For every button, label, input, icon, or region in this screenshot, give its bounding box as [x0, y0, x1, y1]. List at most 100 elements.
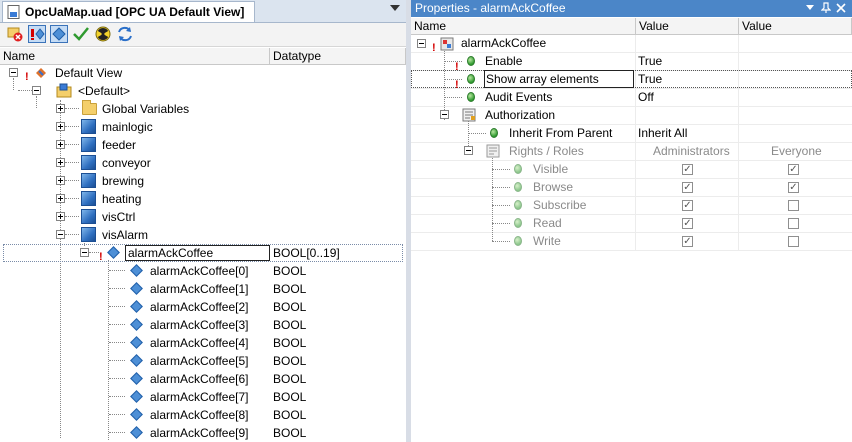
visible-everyone-checkbox[interactable]: ✓ — [788, 164, 799, 175]
radiation-icon — [95, 26, 111, 42]
properties-title: Properties - alarmAckCoffee — [415, 1, 566, 15]
browse-everyone-checkbox[interactable]: ✓ — [788, 182, 799, 193]
expand-toggle[interactable] — [56, 158, 65, 167]
collapse-toggle[interactable] — [417, 39, 426, 48]
dropdown-arrow-icon[interactable] — [805, 4, 815, 12]
property-value-column-header[interactable]: Value — [636, 18, 739, 34]
property-authorization-label[interactable]: Authorization — [485, 106, 555, 124]
document-tab-title: OpcUaMap.uad [OPC UA Default View] — [25, 5, 245, 19]
datatype-column-header[interactable]: Datatype — [270, 48, 406, 64]
collapse-toggle[interactable] — [464, 146, 473, 155]
property-audit-events-label[interactable]: Audit Events — [485, 88, 552, 106]
browse-administrators-checkbox[interactable]: ✓ — [682, 182, 693, 193]
expand-toggle[interactable] — [56, 212, 65, 221]
radiation-button[interactable] — [94, 25, 112, 43]
tree-node-array-element[interactable]: alarmAckCoffee[2] — [150, 298, 249, 316]
tree-node-brewing[interactable]: brewing — [102, 172, 144, 190]
tree-node-alarmackcoffee[interactable]: alarmAckCoffee — [128, 244, 213, 262]
property-enable-value[interactable]: True — [638, 52, 662, 70]
tree-node-array-element[interactable]: alarmAckCoffee[6] — [150, 370, 249, 388]
datatype-value: BOOL — [273, 282, 307, 296]
write-everyone-checkbox[interactable] — [788, 236, 799, 247]
tree-line — [444, 97, 462, 98]
remove-all-button[interactable] — [6, 25, 24, 43]
close-icon[interactable] — [836, 3, 846, 13]
tree-line — [109, 306, 125, 307]
tree-node-array-element[interactable]: alarmAckCoffee[0] — [150, 262, 249, 280]
tree-node-array-element[interactable]: alarmAckCoffee[8] — [150, 406, 249, 424]
property-show-array-elements-value[interactable]: True — [638, 70, 662, 88]
right-visible-label[interactable]: Visible — [533, 160, 568, 178]
tree-node-default[interactable]: <Default> — [78, 82, 130, 100]
collapse-toggle[interactable] — [80, 248, 89, 257]
tree-node-array-element[interactable]: alarmAckCoffee[1] — [150, 280, 249, 298]
read-administrators-checkbox[interactable]: ✓ — [682, 218, 693, 229]
right-write-label[interactable]: Write — [533, 232, 561, 250]
property-bullet-icon — [514, 200, 522, 210]
show-variables-toggle[interactable] — [50, 25, 68, 43]
tree-node-heating[interactable]: heating — [102, 190, 141, 208]
tree-line — [65, 216, 79, 217]
tab-dropdown-icon[interactable] — [390, 5, 400, 11]
tree-node-conveyor[interactable]: conveyor — [102, 154, 151, 172]
property-name-column-header[interactable]: Name — [411, 18, 636, 34]
tree-node-array-element[interactable]: alarmAckCoffee[3] — [150, 316, 249, 334]
document-tab[interactable]: OpcUaMap.uad [OPC UA Default View] — [2, 1, 255, 22]
variable-icon — [130, 300, 143, 313]
tree-line — [89, 252, 99, 253]
tree-node-visalarm[interactable]: visAlarm — [102, 226, 148, 244]
subscribe-administrators-checkbox[interactable]: ✓ — [682, 200, 693, 211]
datatype-value: BOOL — [273, 354, 307, 368]
variable-node-icon — [52, 27, 66, 41]
expand-toggle[interactable] — [56, 122, 65, 131]
tree-node-array-element[interactable]: alarmAckCoffee[5] — [150, 352, 249, 370]
right-read-label[interactable]: Read — [533, 214, 562, 232]
document-icon — [7, 5, 20, 19]
editor-toolbar — [0, 23, 406, 47]
tree-node-array-element[interactable]: alarmAckCoffee[4] — [150, 334, 249, 352]
program-cube-icon — [81, 155, 96, 170]
property-enable-label[interactable]: Enable — [485, 52, 522, 70]
tree-line — [492, 223, 510, 224]
expand-toggle[interactable] — [56, 104, 65, 113]
tree-node-feeder[interactable]: feeder — [102, 136, 136, 154]
name-column-header[interactable]: Name — [0, 48, 270, 64]
tree-node-array-element[interactable]: alarmAckCoffee[7] — [150, 388, 249, 406]
document-tab-bar: OpcUaMap.uad [OPC UA Default View] — [0, 0, 406, 23]
read-everyone-checkbox[interactable] — [788, 218, 799, 229]
expand-toggle[interactable] — [56, 176, 65, 185]
subscribe-everyone-checkbox[interactable] — [788, 200, 799, 211]
property-bullet-icon — [490, 128, 498, 138]
pin-icon[interactable] — [821, 2, 831, 14]
write-administrators-checkbox[interactable]: ✓ — [682, 236, 693, 247]
enable-button[interactable] — [72, 25, 90, 43]
rights-roles-icon — [486, 144, 500, 158]
collapse-toggle[interactable] — [56, 230, 65, 239]
collapse-toggle[interactable] — [440, 110, 449, 119]
property-audit-events-value[interactable]: Off — [638, 88, 654, 106]
property-show-array-elements-label[interactable]: Show array elements — [486, 70, 599, 88]
tree-node-visctrl[interactable]: visCtrl — [102, 208, 135, 226]
tree-node-global-variables[interactable]: Global Variables — [102, 100, 189, 118]
right-browse-label[interactable]: Browse — [533, 178, 573, 196]
property-inherit-from-parent-value[interactable]: Inherit All — [638, 124, 687, 142]
grid-line — [411, 196, 852, 197]
property-inherit-from-parent-label[interactable]: Inherit From Parent — [509, 124, 612, 142]
refresh-button[interactable] — [116, 25, 134, 43]
tree-node-default-view[interactable]: Default View — [55, 64, 122, 82]
node-properties-icon — [440, 37, 454, 51]
expand-toggle[interactable] — [56, 140, 65, 149]
show-warnings-toggle[interactable] — [28, 25, 46, 43]
expand-toggle[interactable] — [56, 194, 65, 203]
property-value2-column-header[interactable]: Value — [739, 18, 852, 34]
tree-node-mainlogic[interactable]: mainlogic — [102, 118, 153, 136]
tree-line — [65, 126, 79, 127]
variable-icon — [130, 354, 143, 367]
collapse-toggle[interactable] — [32, 86, 41, 95]
right-subscribe-label[interactable]: Subscribe — [533, 196, 586, 214]
property-rights-roles-label[interactable]: Rights / Roles — [509, 142, 584, 160]
visible-administrators-checkbox[interactable]: ✓ — [682, 164, 693, 175]
tree-node-array-element[interactable]: alarmAckCoffee[9] — [150, 424, 249, 442]
property-root-label[interactable]: alarmAckCoffee — [461, 34, 546, 52]
collapse-toggle[interactable] — [9, 68, 18, 77]
